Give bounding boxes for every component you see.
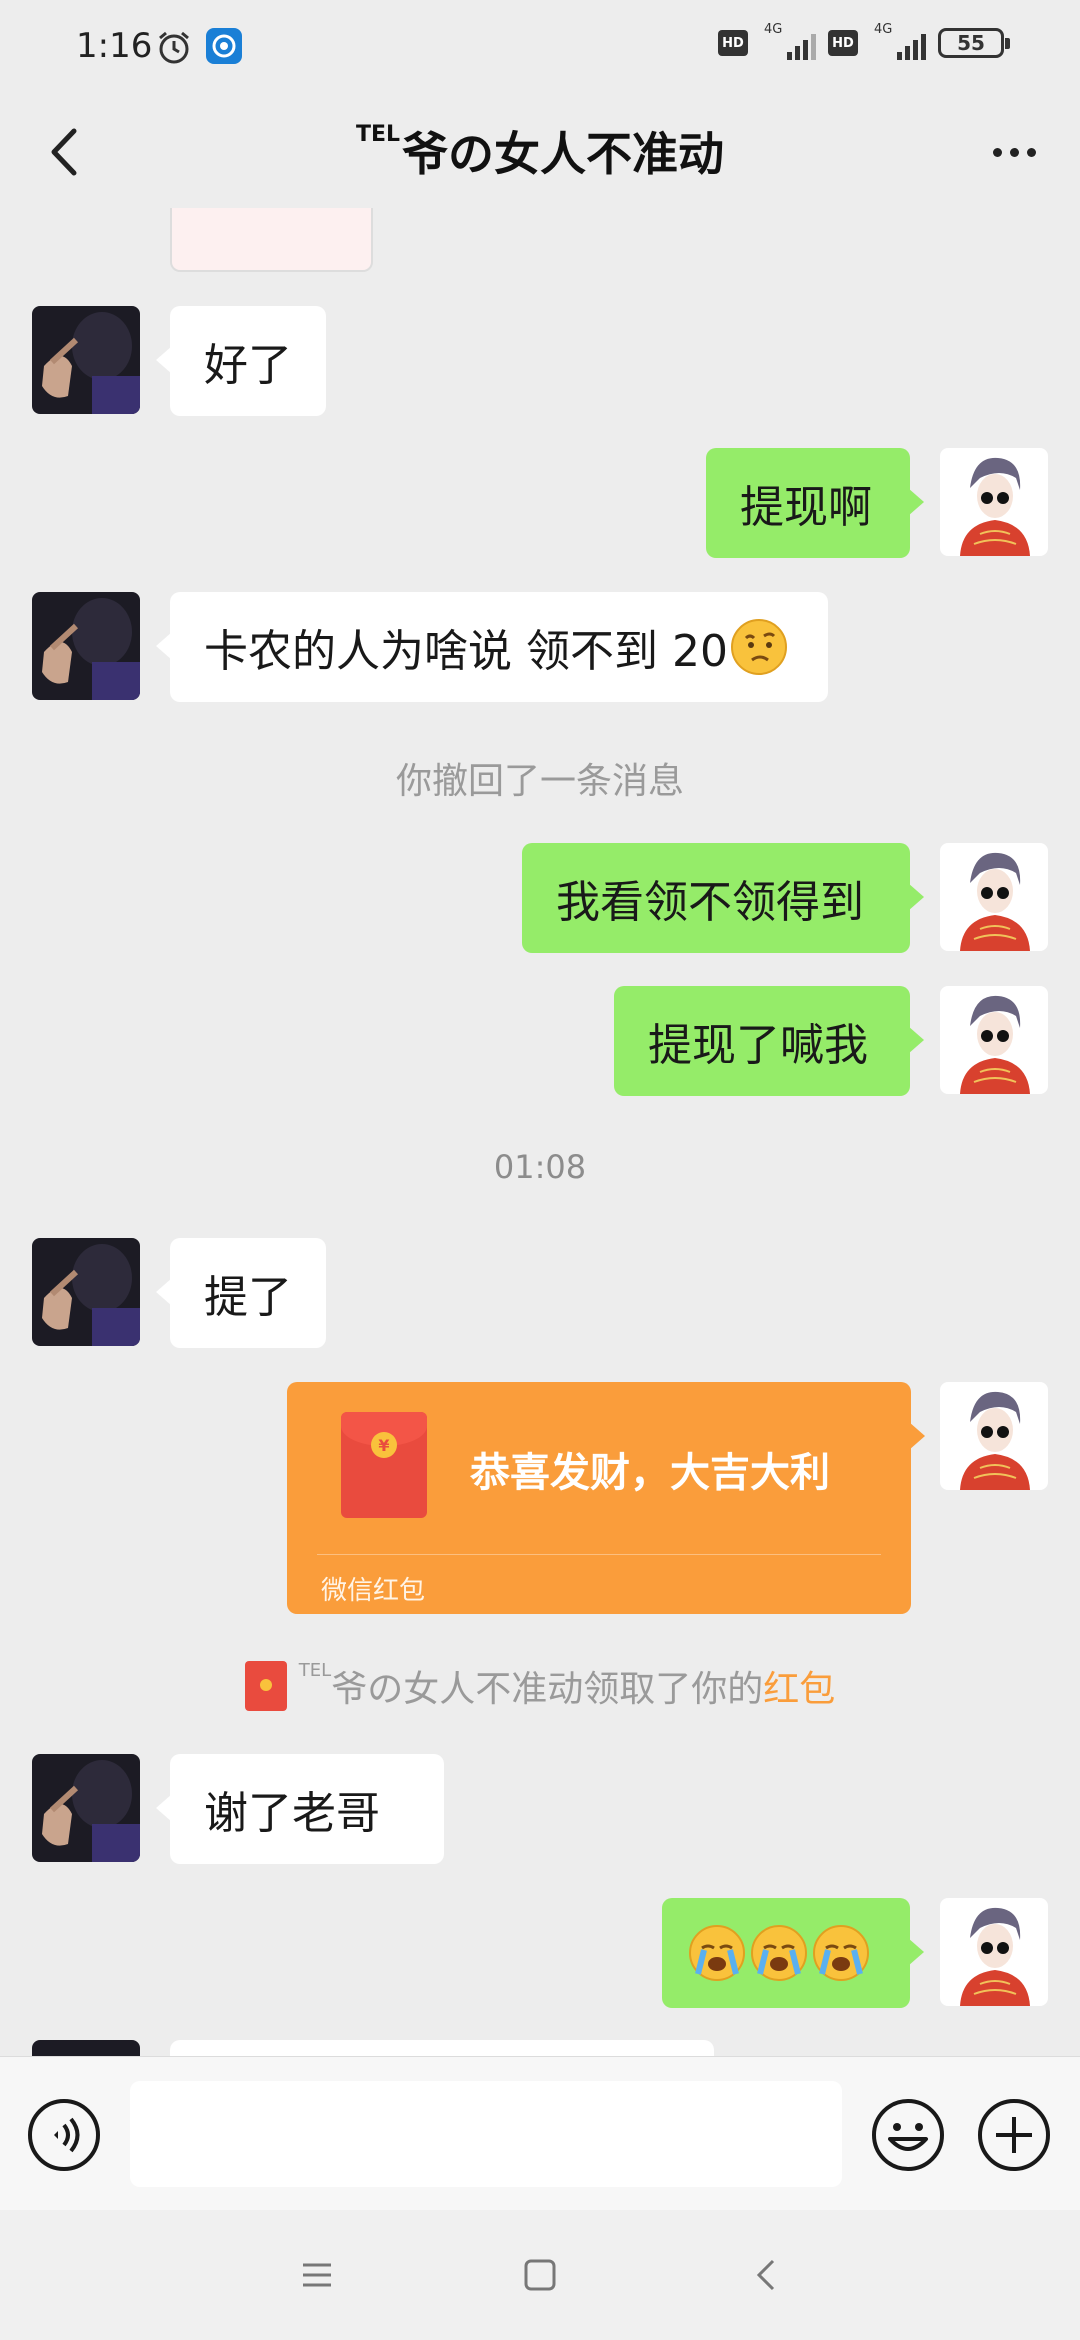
title-prefix: TEL	[355, 122, 401, 147]
message-bubble-received[interactable]: 卡农的人为啥说 领不到 20	[156, 592, 828, 702]
self-avatar[interactable]	[940, 1382, 1048, 1490]
message-bubble-sent[interactable]: 提现啊	[706, 448, 924, 558]
back-nav-button[interactable]	[732, 2240, 802, 2310]
confused-face-emoji-icon	[730, 619, 787, 675]
message-bubble-received[interactable]: 提了	[156, 1238, 326, 1348]
title-text: 爷の女人不准动	[402, 127, 725, 181]
red-packet-icon: ¥	[341, 1412, 427, 1518]
message-text: 谢了老哥	[204, 1788, 380, 1839]
red-packet-link[interactable]: 红包	[763, 1669, 835, 1710]
message-text: 我看领不领得到	[556, 877, 864, 928]
message-bubble-sent[interactable]	[662, 1898, 924, 2008]
recall-notice: 你撤回了一条消息	[395, 761, 684, 802]
chat-title: TEL爷の女人不准动	[0, 118, 1080, 184]
loudly-crying-face-emoji-icon	[751, 1925, 807, 1981]
red-packet-greeting: 恭喜发财，大吉大利	[470, 1450, 830, 1496]
menu-lines-icon	[303, 2263, 331, 2287]
emoji-smile-icon[interactable]	[870, 2097, 946, 2173]
system-navigation-bar	[0, 2210, 1080, 2340]
message-input[interactable]	[130, 2081, 842, 2187]
self-avatar[interactable]	[940, 448, 1048, 556]
voice-input-icon[interactable]	[26, 2097, 102, 2173]
loudly-crying-face-emoji-icon	[813, 1925, 869, 1981]
contact-avatar[interactable]	[32, 1238, 140, 1346]
app-notification-icon	[206, 28, 242, 64]
message-bubble-received[interactable]: 谢了老哥	[156, 1754, 444, 1864]
message-bubble-sent[interactable]: 提现了喊我	[614, 986, 924, 1096]
notice-text: 爷の女人不准动领取了你的	[331, 1669, 764, 1710]
contact-avatar[interactable]	[32, 592, 140, 700]
home-button[interactable]	[505, 2240, 575, 2310]
hd-badge: HD	[828, 30, 858, 56]
image-message-partial[interactable]	[170, 208, 373, 272]
back-triangle-icon	[756, 2259, 775, 2291]
more-dots-icon	[992, 147, 1002, 157]
message-text: 提现啊	[740, 482, 872, 533]
loudly-crying-face-emoji-icon	[689, 1925, 745, 1981]
red-packet-mini-icon	[244, 1661, 287, 1711]
more-button[interactable]	[978, 116, 1050, 188]
message-text: 好了	[204, 340, 292, 391]
contact-avatar[interactable]	[32, 2040, 140, 2056]
input-bar	[0, 2056, 1080, 2210]
status-bar: 1:16 HD 4G HD 4G 55	[0, 0, 1080, 96]
red-packet-label: 微信红包	[321, 1576, 426, 1606]
message-bubble-sent[interactable]: 我看领不领得到	[522, 843, 924, 953]
notice-prefix: TEL	[298, 1660, 332, 1681]
red-packet-received-notice: TEL爷の女人不准动领取了你的红包	[0, 1660, 1080, 1712]
signal-icon: 4G	[760, 22, 816, 60]
red-packet-message[interactable]: ¥ 恭喜发财，大吉大利 微信红包	[287, 1382, 925, 1614]
menu-button[interactable]	[282, 2240, 352, 2310]
hd-badge: HD	[718, 30, 748, 56]
message-bubble-received[interactable]: 好了	[156, 306, 326, 416]
plus-circle-icon[interactable]	[976, 2097, 1052, 2173]
signal-icon: 4G	[870, 22, 926, 60]
alarm-clock-icon	[159, 31, 189, 64]
self-avatar[interactable]	[940, 1898, 1048, 2006]
status-time: 1:16	[76, 26, 153, 66]
timestamp: 01:08	[493, 1148, 587, 1186]
chat-area[interactable]: 好了 提现啊 卡农的人为啥说 领不到 20 你撤回了一条消息 我看领不领得到 提…	[0, 208, 1080, 2056]
battery-indicator: 55	[938, 28, 1010, 58]
message-text: 提现了喊我	[648, 1020, 868, 1071]
self-avatar[interactable]	[940, 986, 1048, 1094]
home-square-icon	[524, 2259, 556, 2291]
message-text: 卡农的人为啥说 领不到 20	[204, 626, 728, 677]
contact-avatar[interactable]	[32, 1754, 140, 1862]
chat-header: TEL爷の女人不准动	[0, 96, 1080, 208]
contact-avatar[interactable]	[32, 306, 140, 414]
self-avatar[interactable]	[940, 843, 1048, 951]
message-bubble-received-partial[interactable]	[170, 2040, 714, 2056]
divider	[317, 1554, 881, 1555]
message-text: 提了	[204, 1272, 292, 1323]
